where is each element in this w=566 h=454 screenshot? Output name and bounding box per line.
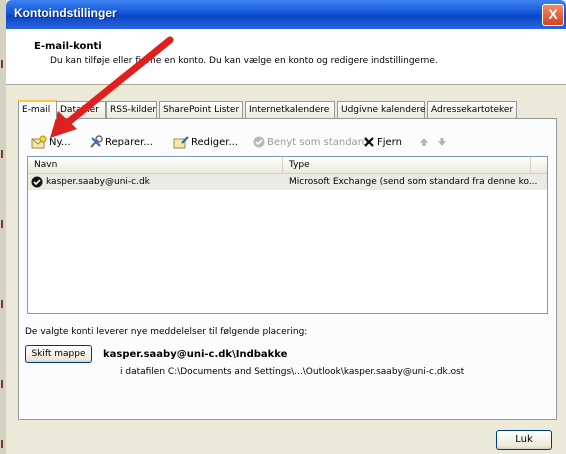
arrow-up-icon [420, 138, 428, 146]
title-bar[interactable]: Kontoindstillinger X [6, 0, 566, 29]
accounts-list-header: Navn Type [28, 157, 547, 174]
set-default-label: Benyt som standard [267, 137, 368, 148]
remove-label: Fjern [377, 137, 402, 148]
column-header-name[interactable]: Navn [28, 157, 283, 173]
delivery-folder-path: kasper.saaby@uni-c.dk\Indbakke [103, 349, 288, 360]
accounts-list[interactable]: Navn Type kasper.saaby@uni-c.dk Microsof… [27, 156, 548, 314]
remove-button[interactable]: Fjern [363, 133, 402, 153]
edit-label: Rediger... [191, 137, 239, 148]
column-header-type[interactable]: Type [283, 157, 531, 173]
set-default-button[interactable]: Benyt som standard [253, 133, 368, 153]
new-account-icon [31, 135, 47, 149]
account-row[interactable]: kasper.saaby@uni-c.dk Microsoft Exchange… [28, 174, 547, 190]
tab-internetkalendere[interactable]: Internetkalendere [245, 101, 335, 118]
window-title: Kontoindstillinger [14, 6, 117, 20]
repair-label: Reparer... [105, 137, 153, 148]
header-title: E-mail-konti [34, 41, 102, 52]
tab-rss-kilder[interactable]: RSS-kilder [106, 101, 157, 118]
close-button[interactable]: Luk [496, 430, 552, 450]
edit-button[interactable]: Rediger... [173, 133, 238, 153]
move-down-button[interactable] [437, 133, 449, 153]
email-tab-panel: Ny... Reparer... Rediger... Benyt som st… [18, 118, 557, 420]
delivery-data-file: i datafilen C:\Documents and Settings\..… [120, 367, 465, 377]
header-description: Du kan tilføje eller fjerne en konto. Du… [50, 56, 438, 66]
remove-x-icon [364, 137, 374, 147]
tab-datafiler[interactable]: Datafiler [56, 101, 106, 118]
new-account-label: Ny... [49, 137, 71, 148]
tab-adressekartoteker[interactable]: Adressekartoteker [427, 101, 517, 118]
close-window-button[interactable]: X [542, 4, 564, 26]
move-up-button[interactable] [419, 133, 431, 153]
tab-email[interactable]: E-mail [18, 100, 57, 119]
repair-icon [90, 135, 103, 148]
checkmark-circle-icon [253, 136, 265, 148]
delivery-location-label: De valgte konti leverer nye meddelelser … [25, 327, 308, 337]
header-panel: E-mail-konti Du kan tilføje eller fjerne… [6, 29, 566, 85]
tab-sharepoint-lister[interactable]: SharePoint Lister [159, 101, 243, 118]
tab-udgivne-kalendere[interactable]: Udgivne kalendere [337, 101, 426, 118]
arrow-down-icon [438, 138, 446, 146]
default-account-check-icon [31, 176, 43, 188]
account-type: Microsoft Exchange (send som standard fr… [289, 177, 538, 187]
new-account-button[interactable]: Ny... [31, 133, 71, 153]
account-name: kasper.saaby@uni-c.dk [46, 177, 150, 187]
edit-icon [173, 136, 189, 149]
change-folder-button[interactable]: Skift mappe [25, 345, 92, 363]
repair-button[interactable]: Reparer... [89, 133, 153, 153]
